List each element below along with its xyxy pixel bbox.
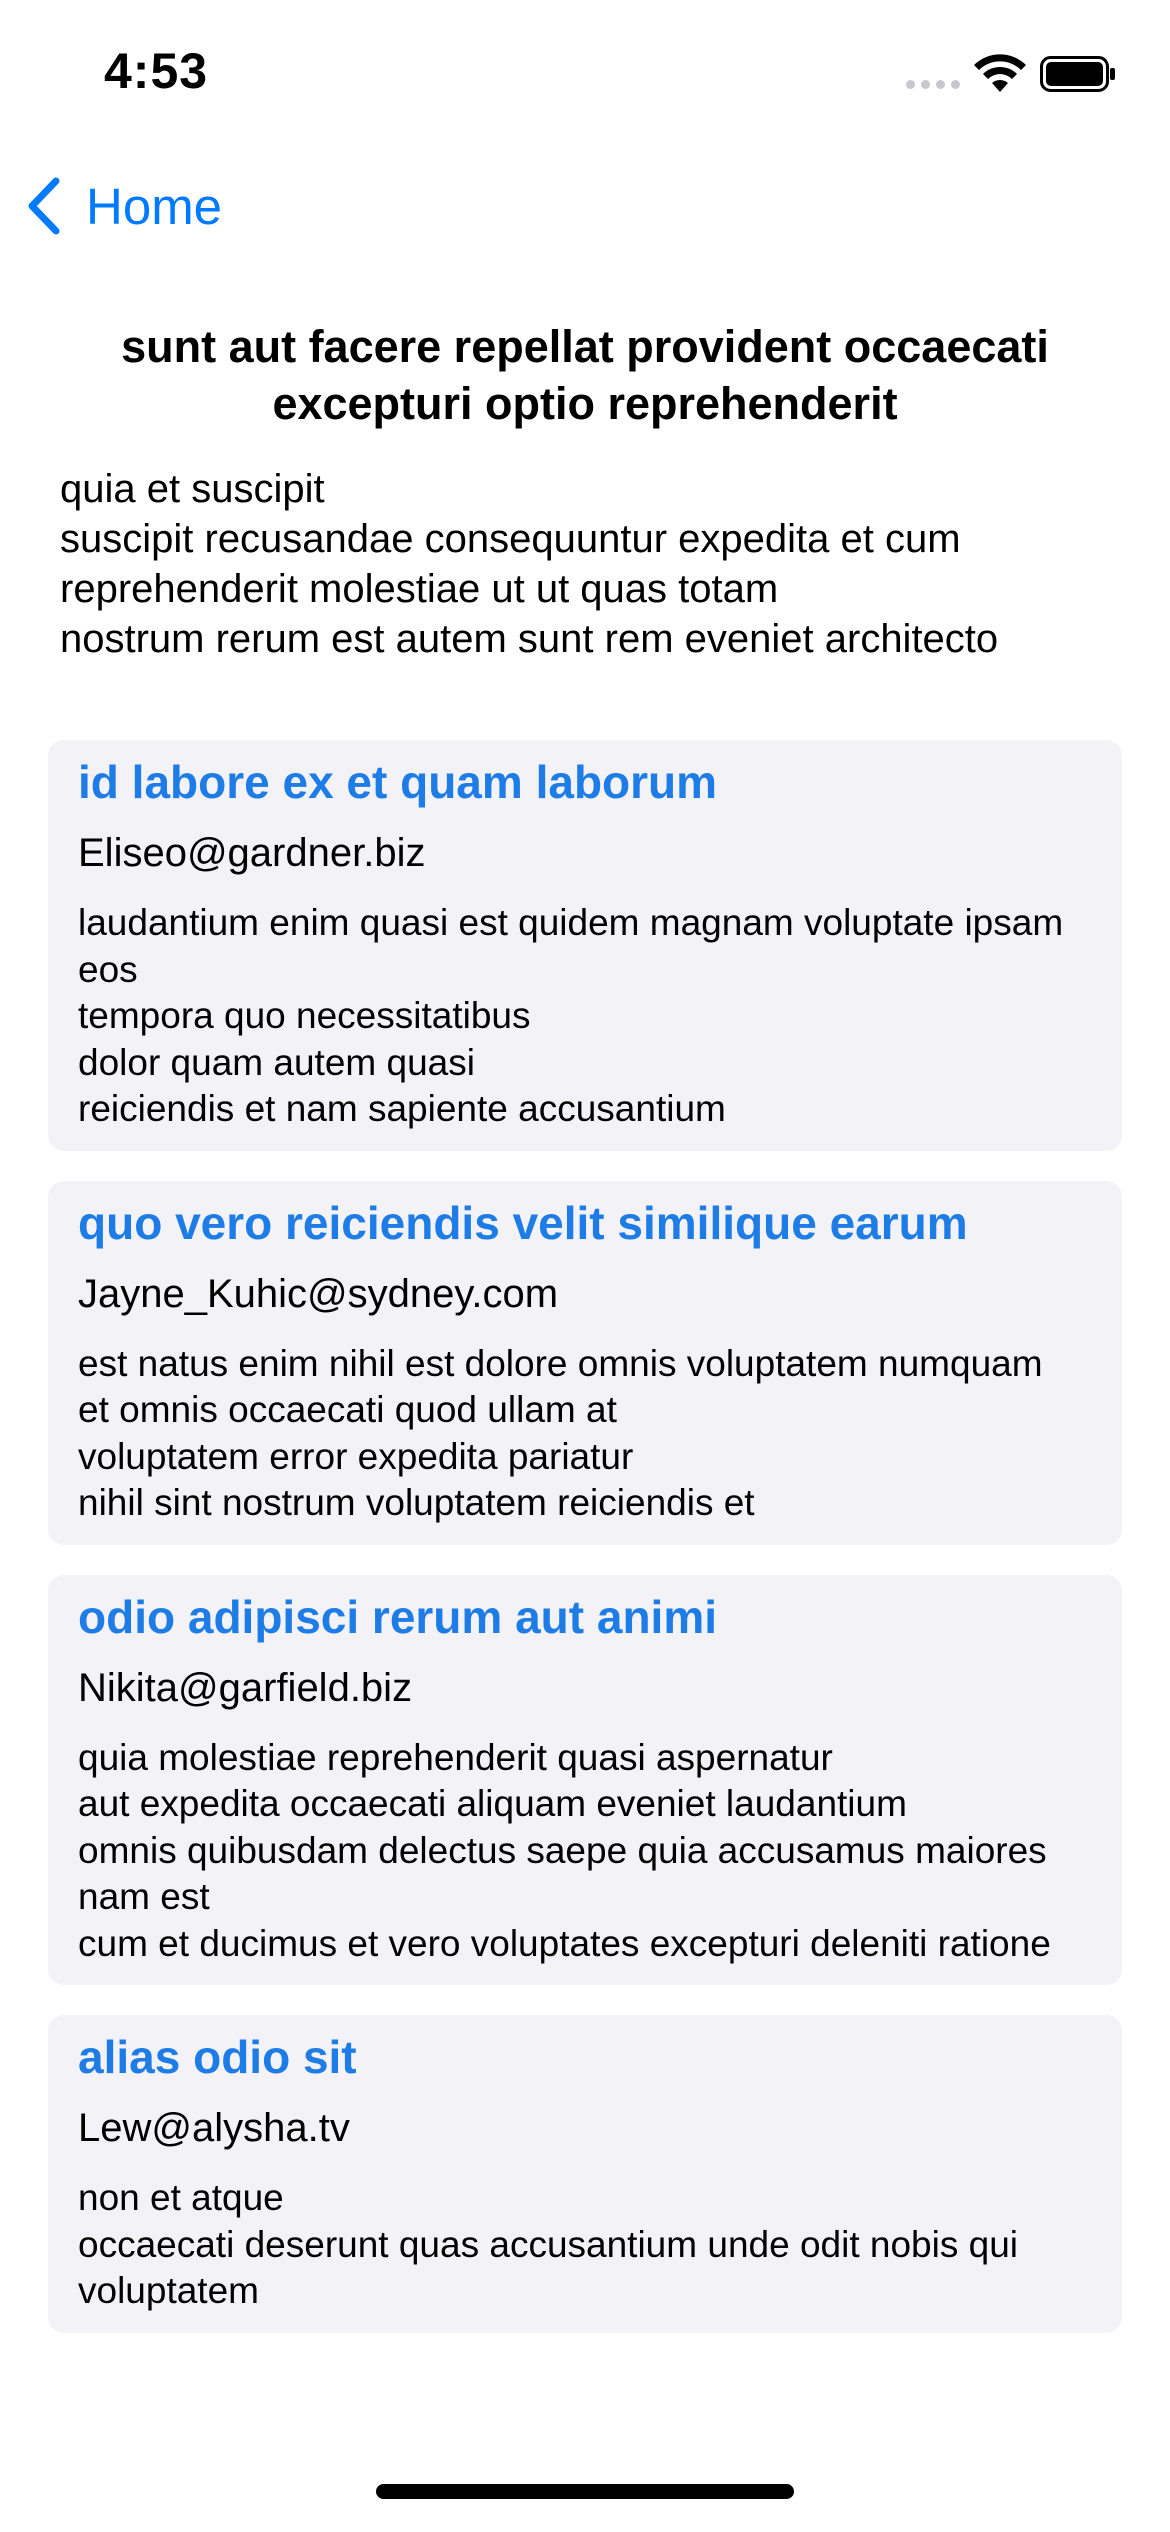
home-indicator[interactable]	[376, 2484, 794, 2499]
chevron-left-icon	[28, 177, 60, 235]
status-time: 4:53	[104, 43, 209, 99]
comment-email: Jayne_Kuhic@sydney.com	[78, 1271, 559, 1316]
comment-name: odio adipisci rerum aut animi	[78, 1590, 718, 1643]
comments-list[interactable]: id labore ex et quam laborum Eliseo@gard…	[48, 740, 1122, 2430]
status-bar: 4:53	[0, 0, 1170, 150]
post-title: sunt aut facere repellat provident occae…	[121, 321, 1049, 429]
comment-email: Lew@alysha.tv	[78, 2106, 350, 2150]
cellular-signal-icon	[906, 80, 960, 89]
back-button-label: Home	[86, 177, 223, 235]
back-button[interactable]: Home	[24, 170, 222, 242]
comment-name: quo vero reiciendis velit similique earu…	[78, 1196, 968, 1249]
comment-email: Nikita@garfield.biz	[78, 1665, 413, 1710]
comment-body: non et atque occaecati deserunt quas acc…	[78, 2177, 1018, 2311]
wifi-icon	[974, 54, 1026, 92]
comment-name: id labore ex et quam laborum	[78, 756, 718, 808]
comment-body: est natus enim nihil est dolore omnis vo…	[78, 1342, 1043, 1524]
comment-body: laudantium enim quasi est quidem magnam …	[78, 902, 1064, 1129]
comment-name: alias odio sit	[78, 2031, 357, 2083]
comment-card: odio adipisci rerum aut animi Nikita@gar…	[48, 1574, 1122, 1985]
comment-email: Eliseo@gardner.biz	[78, 831, 426, 875]
comment-card: alias odio sit Lew@alysha.tv non et atqu…	[48, 2015, 1122, 2333]
post-body: quia et suscipit suscipit recusandae con…	[60, 467, 999, 661]
comment-body: quia molestiae reprehenderit quasi asper…	[78, 1736, 1051, 1964]
comment-card: quo vero reiciendis velit similique earu…	[48, 1180, 1122, 1545]
battery-icon	[1040, 56, 1115, 92]
comment-card: id labore ex et quam laborum Eliseo@gard…	[48, 740, 1122, 1151]
